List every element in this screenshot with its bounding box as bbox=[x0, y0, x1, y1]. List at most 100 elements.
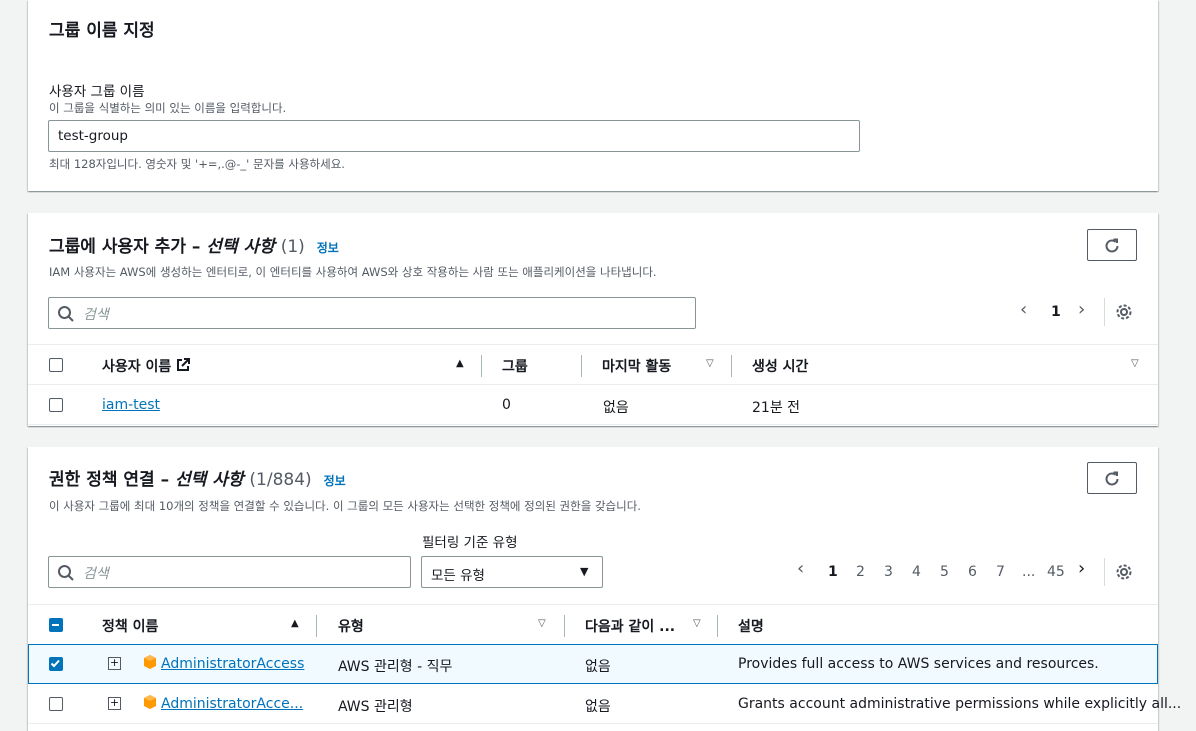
add-users-title-optional: 선택 사항 bbox=[206, 237, 275, 257]
col-description[interactable]: 설명 bbox=[738, 616, 764, 636]
page-6[interactable]: 6 bbox=[968, 564, 977, 580]
page-7[interactable]: 7 bbox=[996, 564, 1005, 580]
aws-managed-cube-icon bbox=[144, 695, 156, 709]
col-groups[interactable]: 그룹 bbox=[502, 356, 528, 376]
table-row[interactable]: iam-test 0 없음 21분 전 bbox=[28, 385, 1158, 425]
filter-type-label: 필터링 기준 유형 bbox=[422, 535, 518, 551]
group-name-panel: 그룹 이름 지정 사용자 그룹 이름 이 그룹을 식별하는 의미 있는 이름을 … bbox=[28, 0, 1158, 191]
col-last-activity[interactable]: 마지막 활동 bbox=[602, 356, 671, 376]
settings-gear-icon[interactable] bbox=[1115, 303, 1133, 321]
indeterminate-mark-icon bbox=[52, 623, 59, 626]
page-ellipsis: ... bbox=[1022, 564, 1036, 580]
page-3[interactable]: 3 bbox=[884, 564, 893, 580]
policies-search-input[interactable]: 검색 bbox=[48, 556, 411, 588]
users-select-all-checkbox[interactable] bbox=[49, 358, 63, 372]
expand-icon[interactable]: + bbox=[108, 657, 121, 670]
sort-icon[interactable]: ▽ bbox=[1131, 358, 1139, 369]
refresh-icon bbox=[1105, 471, 1119, 486]
next-page-icon[interactable]: › bbox=[1078, 299, 1085, 320]
attach-policies-description: 이 사용자 그룹에 최대 10개의 정책을 연결할 수 있습니다. 이 그룹의 … bbox=[49, 499, 641, 513]
search-icon bbox=[58, 565, 74, 581]
add-users-description: IAM 사용자는 AWS에 생성하는 엔터티로, 이 엔터티를 사용하여 AWS… bbox=[49, 265, 657, 279]
page-1[interactable]: 1 bbox=[828, 564, 838, 580]
add-users-title: 그룹에 사용자 추가 – 선택 사항 (1) 정보 bbox=[49, 232, 339, 257]
sort-icon[interactable]: ▽ bbox=[538, 618, 546, 629]
group-name-title: 그룹 이름 지정 bbox=[49, 21, 155, 41]
next-page-icon[interactable]: › bbox=[1078, 558, 1085, 579]
divider bbox=[1104, 558, 1105, 586]
policy-description: Grants account administrative permission… bbox=[738, 696, 1182, 712]
search-icon bbox=[58, 306, 74, 322]
policies-select-all-checkbox[interactable] bbox=[49, 618, 63, 632]
users-search-input[interactable]: 검색 bbox=[48, 297, 696, 329]
refresh-icon bbox=[1105, 238, 1119, 253]
col-attached-as[interactable]: 다음과 같이 ... bbox=[585, 616, 675, 636]
user-created: 21분 전 bbox=[752, 400, 801, 416]
row-checkbox[interactable] bbox=[49, 697, 63, 711]
policy-name-link[interactable]: AdministratorAccess bbox=[161, 656, 304, 672]
column-divider bbox=[581, 355, 582, 377]
group-name-label: 사용자 그룹 이름 bbox=[49, 84, 145, 100]
policies-count: (1/884) bbox=[249, 470, 312, 490]
policies-search-placeholder: 검색 bbox=[83, 566, 109, 582]
policy-attached-as: 없음 bbox=[585, 699, 611, 715]
policies-refresh-button[interactable] bbox=[1087, 462, 1137, 494]
divider bbox=[1104, 298, 1105, 326]
users-count: (1) bbox=[280, 237, 305, 257]
col-username-label: 사용자 이름 bbox=[102, 359, 172, 375]
group-name-description: 이 그룹을 식별하는 의미 있는 이름을 입력합니다. bbox=[49, 101, 287, 115]
attach-policies-title-optional: 선택 사항 bbox=[175, 470, 244, 490]
add-users-title-text: 그룹에 사용자 추가 – bbox=[49, 237, 207, 257]
users-search-placeholder: 검색 bbox=[83, 307, 109, 323]
page-4[interactable]: 4 bbox=[912, 564, 921, 580]
page-2[interactable]: 2 bbox=[856, 564, 865, 580]
policy-type: AWS 관리형 bbox=[338, 699, 413, 715]
column-divider bbox=[316, 615, 317, 637]
filter-type-select[interactable]: 모든 유형 ▼ bbox=[421, 556, 603, 588]
table-row[interactable]: + AdministratorAcce... AWS 관리형 없음 Grants… bbox=[28, 684, 1181, 724]
group-name-value: test-group bbox=[58, 128, 129, 144]
user-last-activity: 없음 bbox=[603, 400, 629, 416]
users-table-header: 사용자 이름 ▲ 그룹 마지막 활동 ▽ 생성 시간 ▽ bbox=[28, 344, 1158, 385]
users-page-number[interactable]: 1 bbox=[1051, 304, 1061, 320]
row-checkbox[interactable] bbox=[49, 398, 63, 412]
col-created[interactable]: 생성 시간 bbox=[752, 356, 808, 376]
attach-policies-panel: 권한 정책 연결 – 선택 사항 (1/884) 정보 이 사용자 그룹에 최대… bbox=[28, 447, 1181, 731]
column-divider bbox=[481, 355, 482, 377]
users-info-link[interactable]: 정보 bbox=[317, 241, 339, 255]
col-username[interactable]: 사용자 이름 bbox=[102, 356, 191, 376]
aws-managed-cube-icon bbox=[144, 655, 156, 669]
sort-asc-icon[interactable]: ▲ bbox=[456, 358, 464, 369]
users-refresh-button[interactable] bbox=[1087, 229, 1137, 261]
caret-down-icon: ▼ bbox=[580, 565, 589, 578]
sort-asc-icon[interactable]: ▲ bbox=[291, 618, 299, 629]
policy-type: AWS 관리형 - 직무 bbox=[338, 659, 453, 675]
external-link-icon bbox=[177, 358, 191, 371]
group-name-constraint: 최대 128자입니다. 영숫자 및 '+=,.@-_' 문자를 사용하세요. bbox=[49, 157, 345, 171]
check-icon bbox=[50, 659, 60, 668]
sort-icon[interactable]: ▽ bbox=[706, 358, 714, 369]
group-name-input[interactable]: test-group bbox=[48, 120, 860, 152]
settings-gear-icon[interactable] bbox=[1115, 563, 1133, 581]
col-type[interactable]: 유형 bbox=[338, 616, 364, 636]
prev-page-icon[interactable]: ‹ bbox=[797, 558, 804, 579]
user-groups: 0 bbox=[502, 397, 511, 413]
table-row[interactable]: + AdministratorAccess AWS 관리형 - 직무 없음 Pr… bbox=[28, 644, 1158, 684]
add-users-panel: 그룹에 사용자 추가 – 선택 사항 (1) 정보 IAM 사용자는 AWS에 … bbox=[28, 213, 1158, 426]
prev-page-icon[interactable]: ‹ bbox=[1020, 299, 1027, 320]
column-divider bbox=[717, 615, 718, 637]
filter-type-value: 모든 유형 bbox=[431, 568, 485, 584]
policies-info-link[interactable]: 정보 bbox=[324, 474, 346, 488]
col-policy-name[interactable]: 정책 이름 bbox=[102, 616, 158, 636]
policy-attached-as: 없음 bbox=[585, 659, 611, 675]
sort-icon[interactable]: ▽ bbox=[693, 618, 701, 629]
column-divider bbox=[731, 355, 732, 377]
page-45[interactable]: 45 bbox=[1047, 564, 1065, 580]
policies-table-header: 정책 이름 ▲ 유형 ▽ 다음과 같이 ... ▽ 설명 bbox=[28, 604, 1158, 645]
policy-name-link[interactable]: AdministratorAcce... bbox=[161, 696, 303, 712]
row-checkbox[interactable] bbox=[49, 657, 63, 671]
policy-description: Provides full access to AWS services and… bbox=[738, 656, 1099, 672]
page-5[interactable]: 5 bbox=[940, 564, 949, 580]
user-name-link[interactable]: iam-test bbox=[102, 397, 160, 413]
expand-icon[interactable]: + bbox=[108, 697, 121, 710]
